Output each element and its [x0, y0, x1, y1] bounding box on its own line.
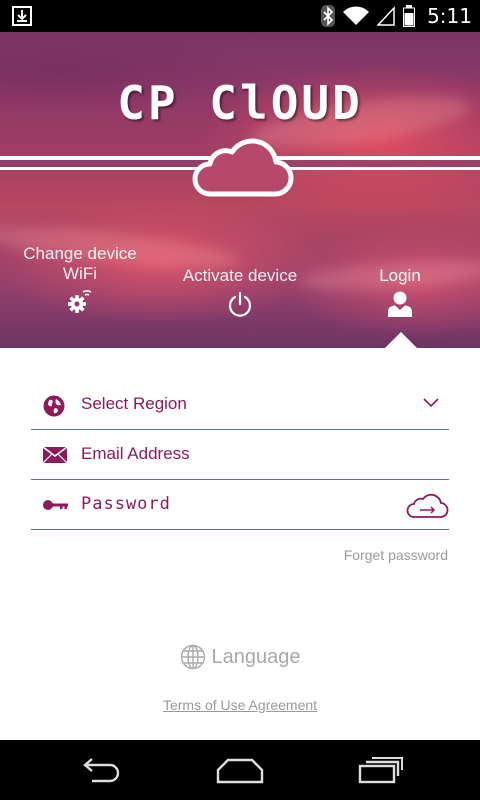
- email-input[interactable]: [81, 440, 391, 468]
- hero-header: CP ClOUD Change device WiFi Activate dev…: [0, 32, 480, 348]
- login-form: Select Region Forget password: [0, 348, 480, 740]
- nav-change-wifi-label: Change device WiFi: [23, 244, 137, 283]
- power-icon: [228, 291, 252, 317]
- envelope-icon: [43, 447, 67, 463]
- cloud-logo-icon: [192, 138, 294, 197]
- home-icon[interactable]: [216, 758, 264, 784]
- region-select[interactable]: Select Region: [31, 380, 449, 430]
- language-button[interactable]: Language: [0, 644, 480, 670]
- nav-change-wifi[interactable]: Change device WiFi: [10, 244, 150, 314]
- password-input[interactable]: [81, 490, 391, 518]
- recent-apps-icon[interactable]: [358, 756, 404, 784]
- language-label: Language: [211, 645, 301, 668]
- password-field[interactable]: [31, 480, 449, 530]
- globe-outline-icon: [180, 644, 205, 670]
- app-title: CP ClOUD: [117, 76, 363, 130]
- terms-of-use-link[interactable]: Terms of Use Agreement: [163, 697, 317, 713]
- wifi-icon: [343, 6, 370, 26]
- forget-password-link[interactable]: Forget password: [344, 547, 448, 563]
- nav-activate-label: Activate device: [182, 266, 298, 285]
- cell-signal-icon: [377, 6, 395, 26]
- clock-time: 5:11: [427, 4, 472, 28]
- globe-icon: [43, 395, 65, 417]
- email-field[interactable]: [31, 430, 449, 480]
- active-tab-pointer: [385, 332, 417, 348]
- region-label: Select Region: [81, 394, 187, 413]
- nav-activate-device[interactable]: Activate device: [170, 266, 310, 318]
- user-icon: [388, 291, 412, 317]
- chevron-down-icon: [423, 398, 439, 408]
- download-icon: [12, 6, 32, 26]
- key-icon: [43, 500, 68, 510]
- status-bar: 5:11: [0, 0, 480, 32]
- battery-icon: [403, 5, 416, 27]
- gear-wifi-icon: [68, 290, 92, 313]
- nav-login[interactable]: Login: [330, 266, 470, 318]
- nav-login-label: Login: [379, 266, 421, 285]
- system-nav-bar: [0, 740, 480, 800]
- bluetooth-icon: [321, 5, 336, 27]
- cloud-login-submit-icon[interactable]: [405, 491, 449, 519]
- back-icon[interactable]: [78, 756, 122, 784]
